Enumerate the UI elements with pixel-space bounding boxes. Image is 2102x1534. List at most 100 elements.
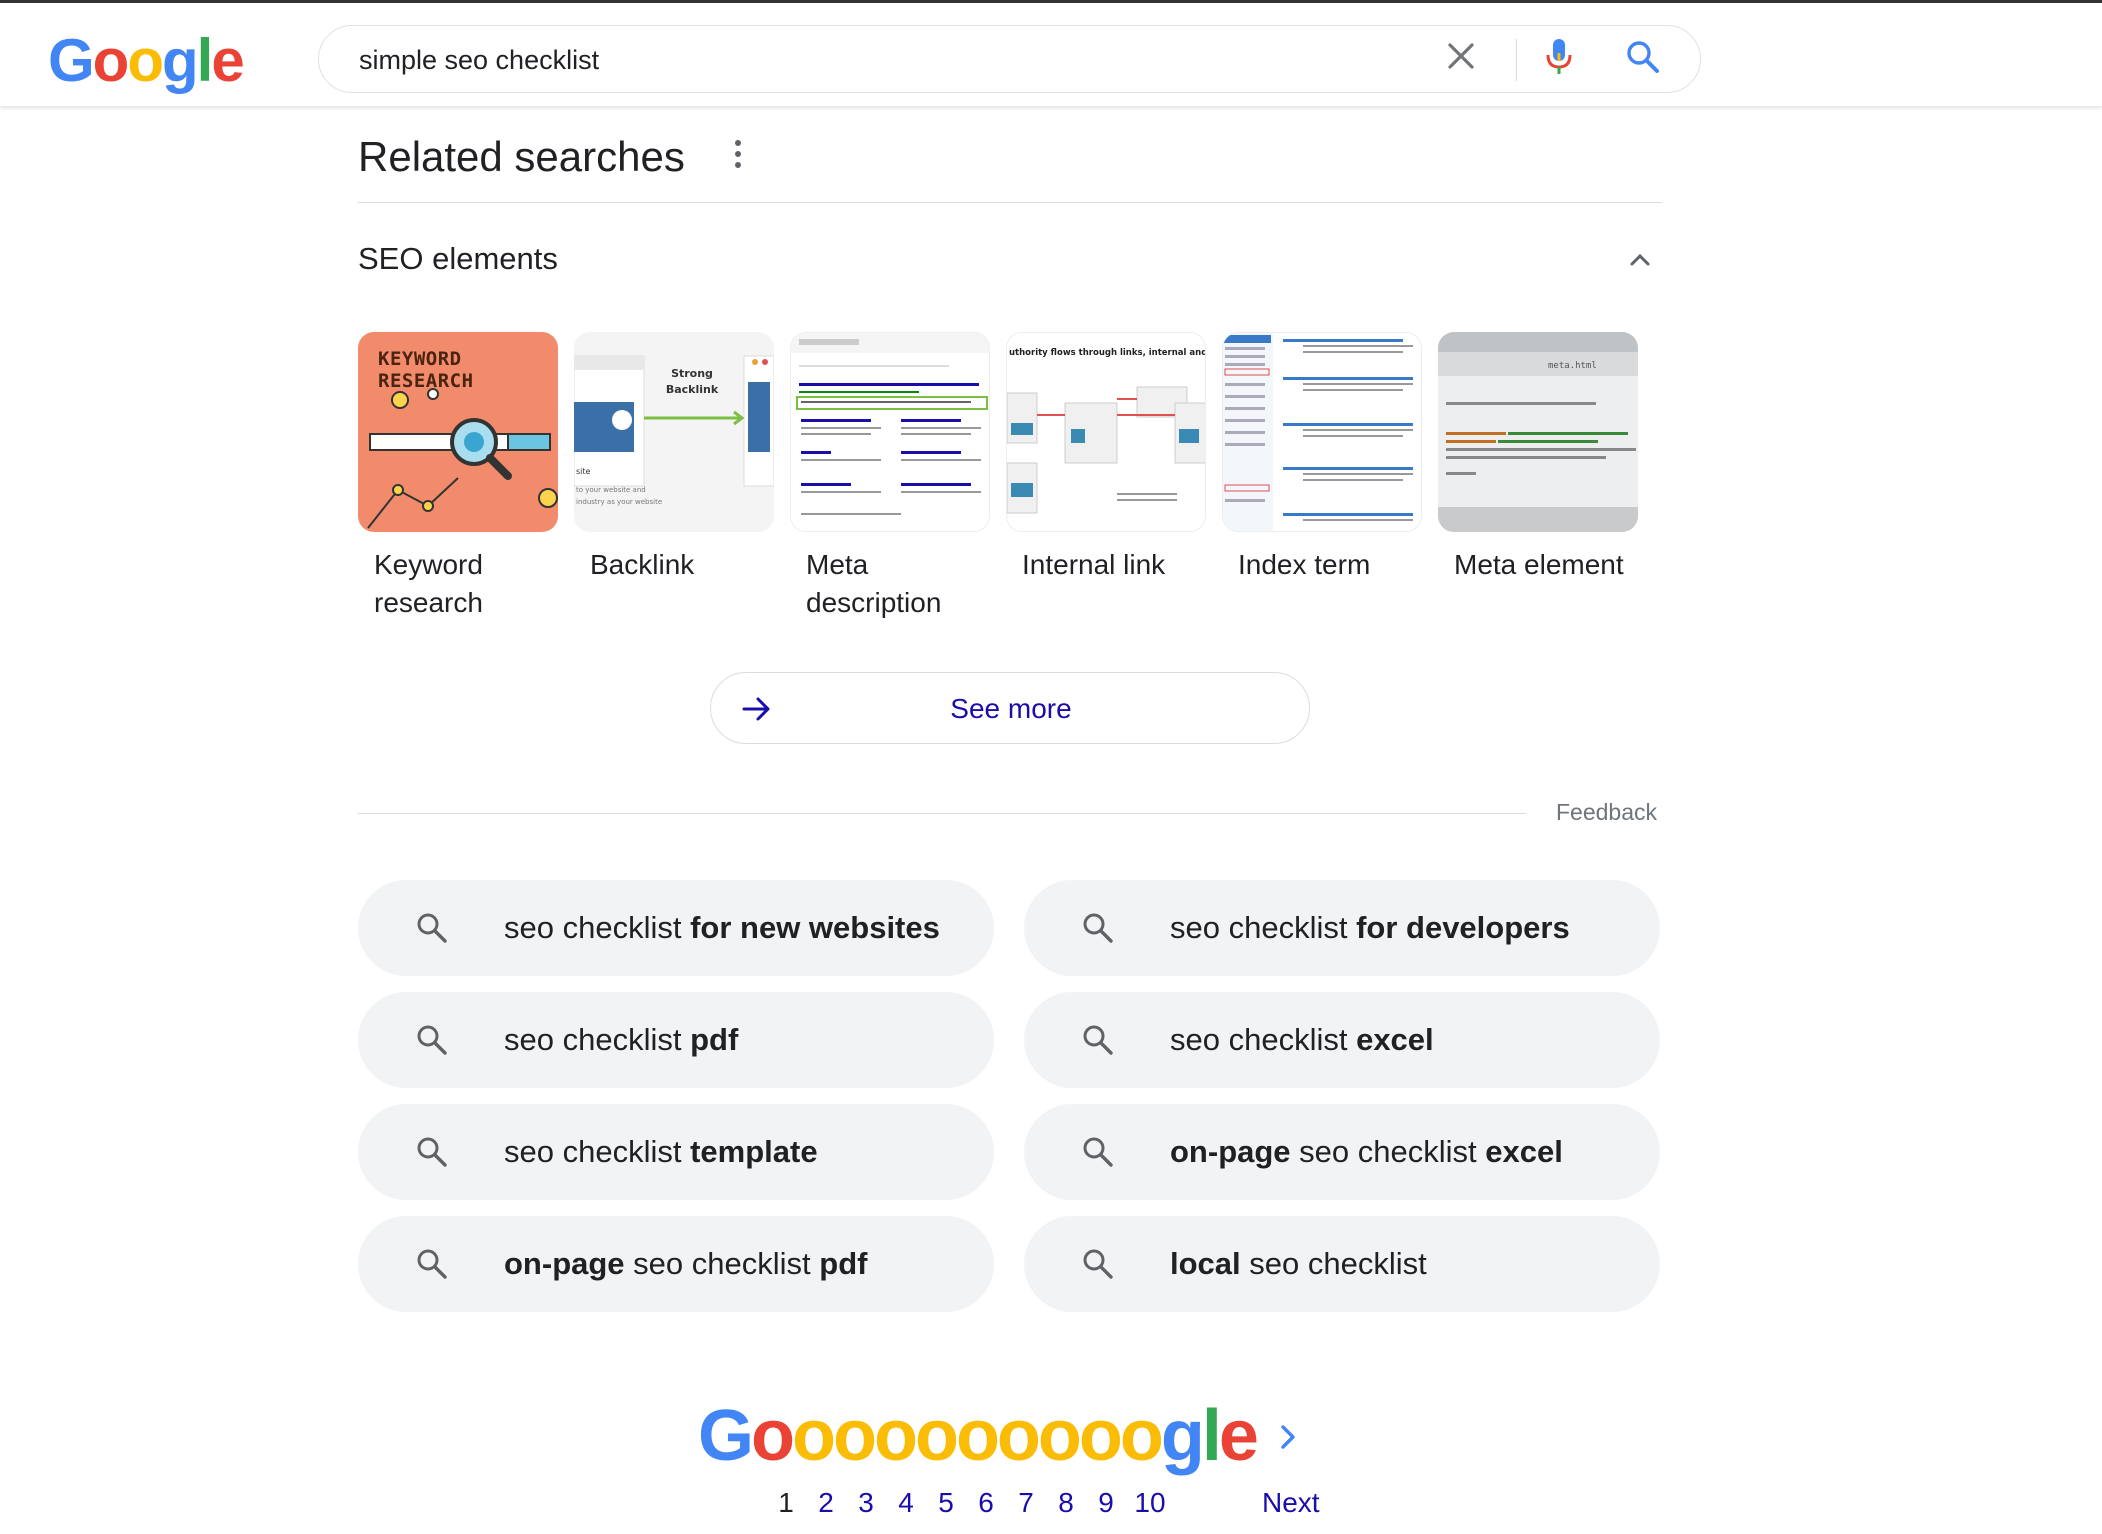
see-more-button[interactable]: See more: [710, 672, 1310, 744]
chip-query-text: on-page seo checklist pdf: [504, 1244, 867, 1284]
chip-query-text: seo checklist pdf: [504, 1020, 738, 1060]
page-number-link[interactable]: 7: [1006, 1486, 1046, 1520]
index-term-thumbnail: [1222, 332, 1422, 532]
logo-letter: o: [127, 27, 164, 94]
logo-letter: o: [751, 1396, 795, 1476]
related-search-chip[interactable]: seo checklist excel: [1024, 992, 1660, 1088]
feedback-link[interactable]: Feedback: [1556, 797, 1657, 827]
divider: [1516, 39, 1517, 81]
chip-term: seo checklist: [1170, 910, 1357, 945]
search-icon: [1083, 1249, 1113, 1279]
entity-card-label: Internal link: [1022, 549, 1166, 580]
logo-letter: o: [955, 1396, 1000, 1476]
logo-letter: o: [996, 1396, 1041, 1476]
chip-term: seo checklist: [504, 1134, 691, 1169]
page-number-link[interactable]: 6: [966, 1486, 1006, 1520]
entity-card-backlink[interactable]: Strong Backlink site to your website and…: [574, 332, 774, 584]
related-searches-heading: Related searches: [358, 133, 685, 180]
page-number-link[interactable]: 2: [806, 1486, 846, 1520]
chip-term: seo checklist: [1290, 1134, 1486, 1169]
meta-element-thumbnail: meta.html: [1438, 332, 1638, 532]
page-number-link[interactable]: 4: [886, 1486, 926, 1520]
chip-term: seo checklist: [624, 1246, 820, 1281]
search-icon: [1083, 913, 1113, 943]
divider: [358, 813, 1526, 814]
svg-text:Strong: Strong: [671, 367, 713, 380]
entity-card-label: Keyword research: [374, 549, 483, 618]
related-search-chip[interactable]: seo checklist template: [358, 1104, 994, 1200]
current-page-number: 1: [778, 1487, 794, 1518]
logo-letter: l: [1201, 1396, 1222, 1476]
internal-link-thumbnail: uthority flows through links, internal a…: [1006, 332, 1206, 532]
logo-letter: g: [1160, 1396, 1205, 1476]
chip-query-text: local seo checklist: [1170, 1244, 1427, 1284]
svg-text:to your website and: to your website and: [576, 486, 646, 494]
search-box[interactable]: simple seo checklist: [318, 25, 1701, 93]
chip-term: seo checklist: [504, 1022, 691, 1057]
logo-letter: e: [211, 27, 244, 94]
magnifier-illustration: [367, 388, 558, 529]
entity-card-internal-link[interactable]: uthority flows through links, internal a…: [1006, 332, 1206, 584]
keyword-research-thumbnail: KEYWORD RESEARCH: [358, 332, 558, 532]
search-icon[interactable]: [1626, 40, 1660, 74]
logo-letter: o: [832, 1396, 877, 1476]
code-editor-illustration: meta.html: [1438, 332, 1638, 532]
backlink-illustration: Strong Backlink site to your website and…: [574, 355, 774, 506]
page-number-link[interactable]: 8: [1046, 1486, 1086, 1520]
chip-query-text: seo checklist excel: [1170, 1020, 1434, 1060]
svg-text:Backlink: Backlink: [666, 383, 719, 396]
related-search-chip[interactable]: seo checklist for new websites: [358, 880, 994, 976]
mic-icon[interactable]: [1544, 37, 1574, 77]
chip-bold-term: excel: [1356, 1022, 1434, 1057]
chip-bold-term: template: [690, 1134, 818, 1169]
chevron-up-icon[interactable]: [1628, 248, 1652, 272]
pagination-logo: Goooooooooogle: [698, 1396, 1259, 1476]
chip-bold-term: pdf: [819, 1246, 868, 1281]
related-search-chip[interactable]: on-page seo checklist pdf: [358, 1216, 994, 1312]
next-page-link[interactable]: Next: [1262, 1486, 1320, 1520]
entity-card-keyword-research[interactable]: KEYWORD RESEARCH Keyword research: [358, 332, 558, 622]
chip-bold-term: local: [1170, 1246, 1241, 1281]
related-search-chip[interactable]: local seo checklist: [1024, 1216, 1660, 1312]
page-number-link[interactable]: 10: [1126, 1486, 1174, 1520]
editor-tab-label: meta.html: [1548, 361, 1597, 371]
page-number-link[interactable]: 3: [846, 1486, 886, 1520]
more-options-icon[interactable]: [732, 140, 744, 174]
logo-letter: o: [92, 27, 130, 94]
chip-bold-term: excel: [1485, 1134, 1563, 1169]
entity-card-meta-description[interactable]: Meta description: [790, 332, 990, 622]
meta-description-thumbnail: [790, 332, 990, 532]
page-number-link[interactable]: 9: [1086, 1486, 1126, 1520]
related-search-chip[interactable]: on-page seo checklist excel: [1024, 1104, 1660, 1200]
search-icon: [417, 1025, 447, 1055]
see-more-label: See more: [950, 693, 1072, 724]
logo-letter: o: [792, 1396, 836, 1476]
search-icon: [417, 913, 447, 943]
chip-term: seo checklist: [1240, 1246, 1427, 1281]
entity-card-index-term[interactable]: Index term: [1222, 332, 1422, 584]
logo-letter: l: [196, 27, 214, 94]
logo-letter: g: [161, 27, 199, 94]
divider: [358, 202, 1662, 203]
chip-term: seo checklist: [504, 910, 691, 945]
entity-card-label: Index term: [1238, 549, 1371, 580]
related-search-chip[interactable]: seo checklist pdf: [358, 992, 994, 1088]
chip-query-text: on-page seo checklist excel: [1170, 1132, 1563, 1172]
chevron-right-icon[interactable]: [1278, 1422, 1298, 1452]
search-icon: [1083, 1025, 1113, 1055]
seo-elements-heading[interactable]: SEO elements: [358, 240, 558, 278]
chip-query-text: seo checklist template: [504, 1132, 818, 1172]
logo-letter: o: [1037, 1396, 1082, 1476]
chip-query-text: seo checklist for developers: [1170, 908, 1570, 948]
logo-letter: G: [698, 1396, 754, 1476]
backlink-thumbnail: Strong Backlink site to your website and…: [574, 332, 774, 532]
close-icon[interactable]: [1446, 41, 1476, 71]
chip-bold-term: pdf: [690, 1022, 739, 1057]
google-logo[interactable]: Google: [48, 27, 245, 94]
entity-card-label: Meta element: [1454, 549, 1624, 580]
logo-letter: o: [873, 1396, 918, 1476]
related-search-chip[interactable]: seo checklist for developers: [1024, 880, 1660, 976]
page-number-link[interactable]: 5: [926, 1486, 966, 1520]
search-input[interactable]: simple seo checklist: [359, 44, 599, 76]
entity-card-meta-element[interactable]: meta.html Meta element: [1438, 332, 1638, 584]
